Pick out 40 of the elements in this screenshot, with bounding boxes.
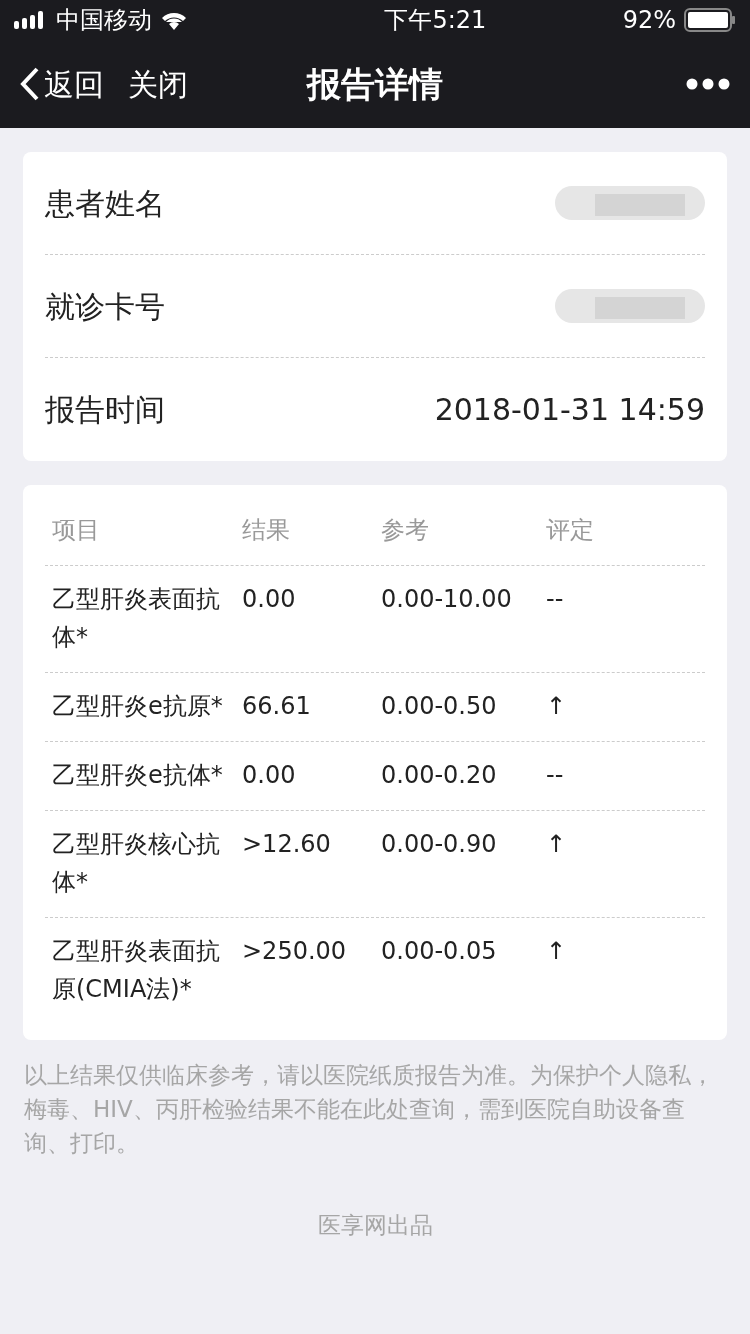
table-cell: ↑ — [546, 830, 567, 858]
field-value: 2018-01-31 14:59 — [434, 391, 705, 429]
column-header: 结果 — [242, 515, 291, 546]
wifi-icon — [160, 10, 188, 30]
table-cell: 乙型肝炎e抗原* — [52, 692, 223, 720]
carrier-name: 中国移动 — [56, 5, 152, 36]
table-cell: ↑ — [546, 937, 567, 965]
field-label: 就诊卡号 — [45, 287, 165, 326]
page-title: 报告详情 — [307, 63, 443, 104]
back-chevron-icon — [20, 67, 40, 101]
field-label: 患者姓名 — [45, 184, 165, 223]
close-link[interactable]: 关闭 — [128, 61, 188, 107]
column-header: 评定 — [546, 515, 595, 546]
table-cell: 0.00-10.00 — [381, 585, 512, 613]
battery-icon — [684, 8, 736, 32]
table-cell: ↑ — [546, 692, 567, 720]
table-cell: 0.00-0.50 — [381, 692, 497, 720]
table-cell: 0.00 — [242, 585, 296, 613]
table-cell: 0.00-0.20 — [381, 761, 497, 789]
table-cell: -- — [546, 585, 564, 613]
table-cell: 0.00-0.05 — [381, 937, 497, 965]
back-button[interactable]: 返回 — [20, 61, 104, 107]
column-header: 参考 — [381, 515, 430, 546]
column-header: 项目 — [52, 515, 101, 546]
table-cell: 乙型肝炎表面抗原(CMIA法)* — [52, 937, 220, 1003]
table-cell: 乙型肝炎e抗体* — [52, 761, 223, 789]
more-icon[interactable] — [686, 78, 730, 90]
field-label: 报告时间 — [45, 391, 165, 429]
table-cell: -- — [546, 761, 564, 789]
clock: 下午5:21 — [384, 5, 487, 36]
table-cell: 乙型肝炎核心抗体* — [52, 830, 220, 896]
battery-percent: 92% — [622, 5, 676, 36]
table-cell: 66.61 — [242, 692, 311, 720]
footer-credit: 医享网出品 — [317, 1212, 433, 1238]
disclaimer-text: 以上结果仅供临床参考，请以医院纸质报告为准。为保护个人隐私，梅毒、HIV、丙肝检验结果不能在此处查询，需到医院自助设备查询、打印。 — [24, 1061, 715, 1158]
table-cell: >250.00 — [242, 937, 347, 965]
table-cell: 0.00-0.90 — [381, 830, 497, 858]
table-cell: >12.60 — [242, 830, 331, 858]
table-cell: 乙型肝炎表面抗体* — [52, 585, 220, 651]
table-cell: 0.00 — [242, 761, 296, 789]
